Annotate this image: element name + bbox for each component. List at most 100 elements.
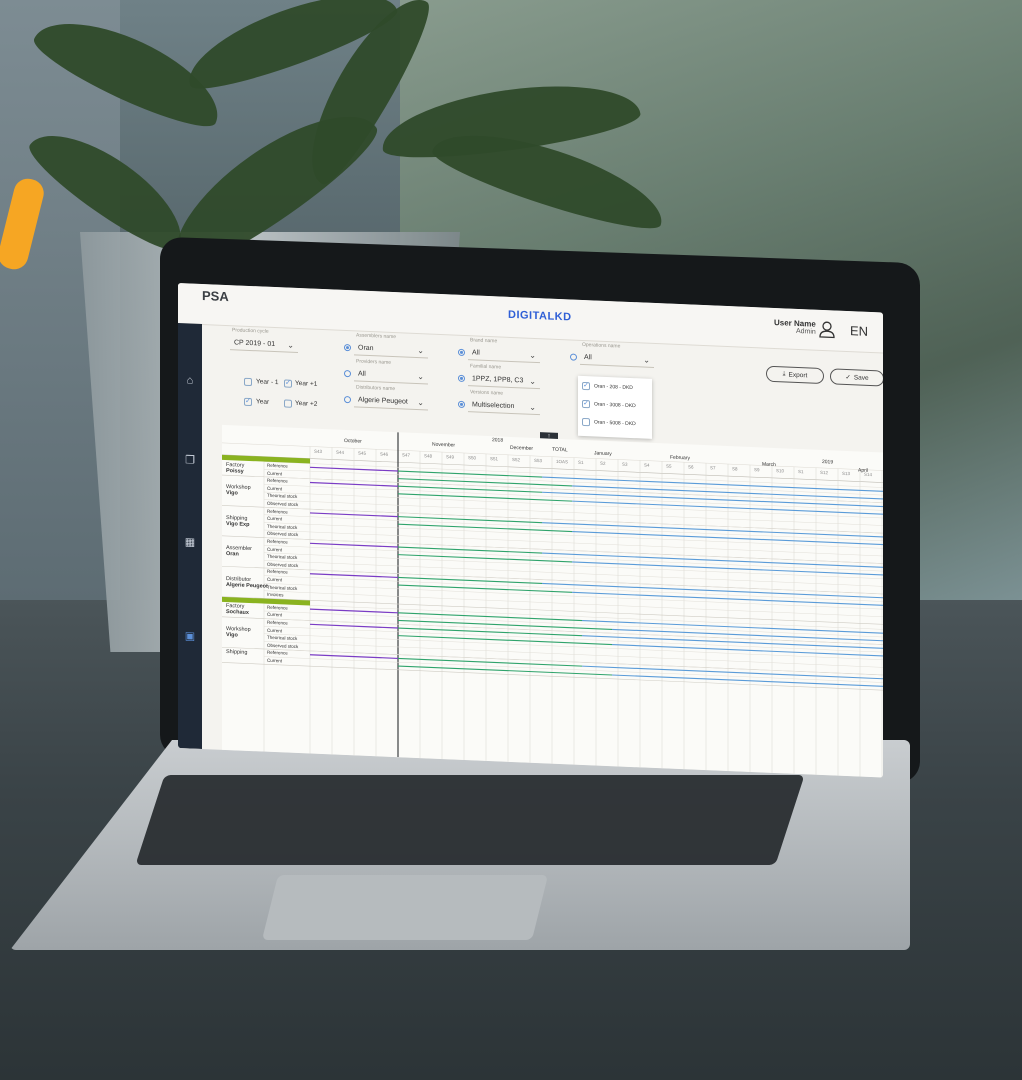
- app-screen: PSA DIGITALKD User Name Admin EN ⌂ ❐ ▦ ▣…: [178, 283, 883, 778]
- grid-row-line: [264, 610, 883, 638]
- grid-row-line: [264, 537, 883, 564]
- current-series-line: [398, 516, 542, 524]
- assembler-select[interactable]: Oran ⌄: [354, 340, 428, 359]
- group-label: Assembler Oran: [226, 545, 252, 558]
- operations-option[interactable]: ✓ Oran - 208 - DKD: [582, 381, 633, 392]
- save-button[interactable]: ✓ Save: [830, 368, 883, 387]
- planning-grid: 2018 2019 October November December TOTA…: [222, 424, 883, 778]
- home-icon[interactable]: ⌂: [183, 373, 197, 388]
- current-series-line: [398, 612, 582, 622]
- group-name: Vigo: [226, 490, 238, 497]
- row-label: Current: [267, 546, 283, 552]
- grid-row-line: [264, 544, 883, 572]
- checkbox-checked[interactable]: ✓: [582, 381, 590, 391]
- year-minus-1-checkbox[interactable]: [244, 377, 252, 387]
- week-label: S8: [732, 466, 738, 472]
- documents-icon[interactable]: ❐: [183, 453, 197, 468]
- chevron-down-icon: ⌄: [417, 345, 424, 355]
- distributor-select[interactable]: Algerie Peugeot ⌄: [354, 392, 428, 411]
- distributor-radio[interactable]: [344, 395, 351, 404]
- week-label: S1: [578, 459, 584, 465]
- current-series-line: [398, 470, 542, 478]
- brand-select[interactable]: All ⌄: [468, 345, 540, 364]
- user-info[interactable]: User Name Admin: [774, 318, 816, 336]
- app-brand: DIGITALKD: [508, 308, 572, 324]
- dashboard-icon[interactable]: ▦: [183, 535, 197, 550]
- family-radio[interactable]: [458, 374, 465, 383]
- group-name: Poissy: [226, 467, 244, 475]
- current-series-line: [398, 554, 572, 563]
- group-divider: [222, 662, 883, 691]
- production-cycle-label: Production cycle: [232, 327, 269, 335]
- week-label: S7: [710, 465, 716, 471]
- checkbox-checked[interactable]: ✓: [582, 399, 590, 409]
- brand-radio[interactable]: [458, 348, 465, 357]
- week-label: S50: [468, 455, 477, 461]
- version-label: Versions name: [470, 389, 504, 397]
- row-label: Reference: [267, 650, 288, 656]
- grid-row-line: [264, 529, 883, 557]
- row-label: Reference: [267, 538, 288, 545]
- current-series-line: [398, 485, 542, 493]
- week-label: S5: [666, 463, 672, 469]
- week-label: S44: [336, 449, 345, 455]
- forecast-series-line: [542, 552, 883, 568]
- row-label: Reference: [267, 604, 288, 611]
- grid-row-line: [264, 582, 883, 610]
- version-radio[interactable]: [458, 400, 465, 409]
- grid-row-line: [264, 552, 883, 579]
- grid-row-line: [264, 560, 883, 587]
- forecast-series-line: [572, 485, 883, 500]
- production-cycle-select[interactable]: CP 2019 - 01 ⌄: [230, 335, 298, 354]
- current-series-line: [398, 627, 582, 637]
- grid-row-line: [264, 618, 883, 645]
- grid-row-line: [264, 506, 883, 534]
- group-label: Shipping: [226, 649, 247, 656]
- grid-row-line: [264, 499, 883, 526]
- group-label: Workshop Vigo: [226, 626, 251, 639]
- forecast-series-line: [572, 500, 883, 515]
- language-selector[interactable]: EN: [850, 323, 868, 339]
- operations-select[interactable]: All ⌄: [580, 349, 654, 368]
- version-select[interactable]: Multiselection ⌄: [468, 397, 540, 416]
- chevron-down-icon: ⌄: [529, 376, 536, 386]
- year-plus-1-checkbox[interactable]: ✓: [284, 379, 292, 388]
- family-label: Familial name: [470, 363, 502, 371]
- assembler-radio[interactable]: [344, 343, 351, 352]
- week-label: 1OAS: [556, 458, 569, 465]
- operations-option[interactable]: Oran - 5008 - DKD: [582, 417, 636, 428]
- chevron-down-icon: ⌄: [417, 371, 424, 381]
- row-label: Reference: [267, 462, 288, 469]
- grid-row-line: [264, 648, 883, 676]
- forecast-series-line: [572, 561, 883, 576]
- row-label: Reference: [267, 569, 288, 575]
- year-plus-2-checkbox[interactable]: [284, 399, 292, 408]
- forecast-series-line: [542, 522, 883, 538]
- chevron-down-icon: ⌄: [417, 397, 424, 407]
- week-label: S13: [842, 470, 851, 477]
- family-select[interactable]: 1PPZ, 1PP8, C3 ⌄: [468, 371, 540, 390]
- year-minus-1-label: Year - 1: [256, 378, 279, 387]
- grid-row-line: [264, 633, 883, 660]
- week-label: S52: [512, 456, 521, 463]
- month-label: TOTAL: [552, 446, 568, 454]
- group-label: Factory Sochaux: [226, 603, 249, 616]
- sidebar: ⌂ ❐ ▦ ▣: [178, 323, 202, 750]
- calendar-icon[interactable]: ▣: [183, 629, 197, 644]
- checkbox-unchecked[interactable]: [582, 417, 590, 427]
- grid-row-line: [264, 491, 883, 519]
- year-checkbox[interactable]: ✓: [244, 397, 252, 407]
- brand-label: Brand name: [470, 337, 498, 345]
- year-plus-1-label: Year +1: [295, 379, 318, 388]
- provider-radio[interactable]: [344, 369, 351, 378]
- grid-row-line: [264, 575, 883, 602]
- operations-radio[interactable]: [570, 353, 577, 361]
- week-label: S51: [490, 456, 499, 462]
- week-label: S3: [622, 461, 628, 467]
- grid-row-line: [264, 567, 883, 595]
- user-icon[interactable]: [818, 320, 836, 339]
- operations-option[interactable]: ✓ Oran - 3008 - DKD: [582, 399, 636, 410]
- provider-select[interactable]: All ⌄: [354, 366, 428, 385]
- export-button[interactable]: ⤓ Export: [766, 365, 824, 385]
- group-name: Vigo Exp: [226, 520, 250, 528]
